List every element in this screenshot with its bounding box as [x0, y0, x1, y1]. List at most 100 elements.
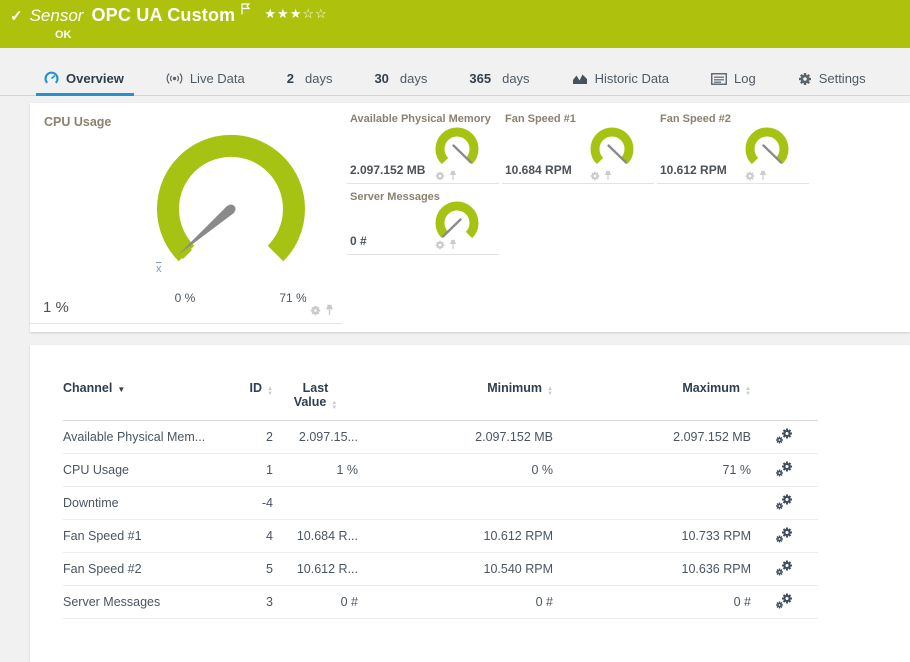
fan1-gauge-dial — [588, 125, 636, 173]
stars-filled[interactable]: ★★★ — [264, 6, 302, 21]
column-header-minimum[interactable]: Minimum ▲ ▼ — [358, 381, 553, 421]
channel-maximum: 2.097.152 MB — [553, 420, 751, 454]
channel-name-link[interactable]: Server Messages — [63, 585, 233, 619]
tab-live-data[interactable]: Live Data — [162, 62, 249, 95]
table-row-server-messages: Server Messages 3 0 # 0 # 0 # — [63, 585, 818, 619]
average-marker: x — [156, 263, 162, 275]
tab-log[interactable]: Log — [707, 62, 760, 95]
gear-icon[interactable] — [435, 240, 445, 250]
pin-icon[interactable] — [604, 170, 612, 181]
channel-settings-gears-icon[interactable] — [775, 494, 794, 510]
channel-minimum: 0 % — [358, 453, 553, 487]
sort-both-icon: ▲ ▼ — [331, 400, 338, 411]
gauge-scale-max: 71 % — [279, 291, 307, 305]
table-row-available-physical-memory: Available Physical Mem... 2 2.097.15... … — [63, 420, 818, 454]
channel-name-link[interactable]: Fan Speed #1 — [63, 519, 233, 553]
gauge-title: Available Physical Memory — [350, 113, 491, 125]
gauge-current-value: 10.612 RPM — [660, 163, 727, 177]
gauge-tile-available-physical-memory[interactable]: Available Physical Memory 2.097.152 MB — [347, 113, 499, 184]
sort-desc-icon: ▼ — [117, 385, 126, 394]
channel-name-link[interactable]: Downtime — [63, 486, 233, 520]
gear-icon[interactable] — [310, 305, 321, 316]
gauge-title: Server Messages — [350, 191, 440, 203]
channel-settings-gears-icon[interactable] — [775, 560, 794, 576]
gauge-tile-fan-speed-1[interactable]: Fan Speed #1 10.684 RPM — [502, 113, 654, 184]
channel-settings-gears-icon[interactable] — [775, 461, 794, 477]
tab-365-days-unit: days — [502, 71, 530, 86]
channel-minimum — [358, 486, 553, 520]
settings-gear-icon — [798, 72, 812, 86]
gauge-current-value: 0 # — [350, 234, 367, 248]
tab-settings[interactable]: Settings — [794, 62, 870, 95]
channel-minimum: 10.612 RPM — [358, 519, 553, 553]
gauge-scale-min: 0 % — [174, 291, 196, 305]
memory-gauge-dial — [433, 125, 481, 173]
table-row-fan-speed-2: Fan Speed #2 5 10.612 R... 10.540 RPM 10… — [63, 552, 818, 586]
gear-icon[interactable] — [435, 171, 445, 181]
channel-minimum: 2.097.152 MB — [358, 420, 553, 454]
tab-30-days-number: 30 — [374, 71, 389, 86]
sort-both-icon: ▲ ▼ — [267, 386, 273, 397]
tab-365-days[interactable]: 365 days — [465, 62, 533, 95]
channel-id: 3 — [233, 585, 273, 619]
tab-live-data-label: Live Data — [189, 71, 245, 86]
channel-last-value: 0 # — [273, 585, 358, 619]
channel-id: 1 — [233, 453, 273, 487]
pin-icon[interactable] — [325, 304, 334, 316]
channel-maximum: 10.733 RPM — [553, 519, 751, 553]
channel-id: 2 — [233, 420, 273, 454]
column-header-channel[interactable]: Channel ▼ — [63, 381, 233, 421]
tab-30-days[interactable]: 30 days — [370, 62, 431, 95]
tab-2-days[interactable]: 2 days — [283, 62, 337, 95]
tab-overview-label: Overview — [66, 71, 124, 86]
pin-icon[interactable] — [449, 239, 457, 250]
log-list-icon — [711, 72, 727, 85]
sensor-status-badge: OK — [55, 29, 72, 41]
status-ok-check-icon: ✓ — [10, 8, 23, 25]
broadcast-icon — [166, 72, 183, 85]
pin-icon[interactable] — [449, 170, 457, 181]
channel-id: 5 — [233, 552, 273, 586]
channel-last-value: 1 % — [273, 453, 358, 487]
gauge-title: Fan Speed #2 — [660, 113, 731, 125]
table-row-cpu-usage: CPU Usage 1 1 % 0 % 71 % — [63, 453, 818, 487]
sensor-header: ✓ Sensor OPC UA Custom ★★★☆☆ OK — [0, 0, 910, 48]
prtg-sensor-page: ✓ Sensor OPC UA Custom ★★★☆☆ OK Overview… — [0, 0, 910, 662]
gauge-tile-cpu-usage[interactable]: CPU Usage x 0 % 71 % 1 % — [30, 103, 342, 324]
pin-icon[interactable] — [759, 170, 767, 181]
channel-settings-gears-icon[interactable] — [775, 527, 794, 543]
channel-table: Channel ▼ ID ▲ ▼ Last Value ▲ ▼ Minimum ▲ ▼ Max… — [63, 381, 818, 619]
stars-empty[interactable]: ☆☆ — [302, 6, 327, 21]
channel-settings-gears-icon[interactable] — [775, 428, 794, 444]
tab-settings-label: Settings — [818, 71, 866, 86]
column-header-maximum[interactable]: Maximum ▲ ▼ — [553, 381, 751, 421]
gauges-panel: CPU Usage x 0 % 71 % 1 % Available Physi… — [30, 103, 910, 332]
priority-stars[interactable]: ★★★☆☆ — [264, 6, 327, 22]
table-header-row: Channel ▼ ID ▲ ▼ Last Value ▲ ▼ Minimum ▲ ▼ Max… — [63, 381, 818, 421]
channel-maximum: 10.636 RPM — [553, 552, 751, 586]
column-header-id[interactable]: ID ▲ ▼ — [233, 381, 273, 421]
gauge-title: CPU Usage — [44, 115, 112, 129]
column-header-last-value[interactable]: Last Value ▲ ▼ — [273, 381, 358, 421]
table-row-fan-speed-1: Fan Speed #1 4 10.684 R... 10.612 RPM 10… — [63, 519, 818, 553]
tab-bar: Overview Live Data 2 days 30 days 365 da… — [0, 62, 910, 96]
gauge-tile-fan-speed-2[interactable]: Fan Speed #2 10.612 RPM — [657, 113, 809, 184]
tab-overview[interactable]: Overview — [36, 62, 134, 96]
area-chart-icon — [572, 72, 588, 85]
channel-name-link[interactable]: Fan Speed #2 — [63, 552, 233, 586]
channel-name-link[interactable]: Available Physical Mem... — [63, 420, 233, 454]
gear-icon[interactable] — [745, 171, 755, 181]
flag-icon[interactable] — [241, 3, 251, 15]
object-type-label: Sensor — [29, 6, 84, 25]
tab-30-days-unit: days — [399, 71, 428, 86]
channel-name-link[interactable]: CPU Usage — [63, 453, 233, 487]
tab-historic-data[interactable]: Historic Data — [568, 62, 673, 95]
channel-settings-gears-icon[interactable] — [775, 593, 794, 609]
channel-last-value — [273, 486, 358, 520]
gauge-tile-server-messages[interactable]: Server Messages 0 # — [347, 191, 499, 255]
channel-minimum: 10.540 RPM — [358, 552, 553, 586]
gear-icon[interactable] — [590, 171, 600, 181]
channel-id: -4 — [233, 486, 273, 520]
gauge-current-value: 2.097.152 MB — [350, 163, 426, 177]
channel-maximum: 71 % — [553, 453, 751, 487]
